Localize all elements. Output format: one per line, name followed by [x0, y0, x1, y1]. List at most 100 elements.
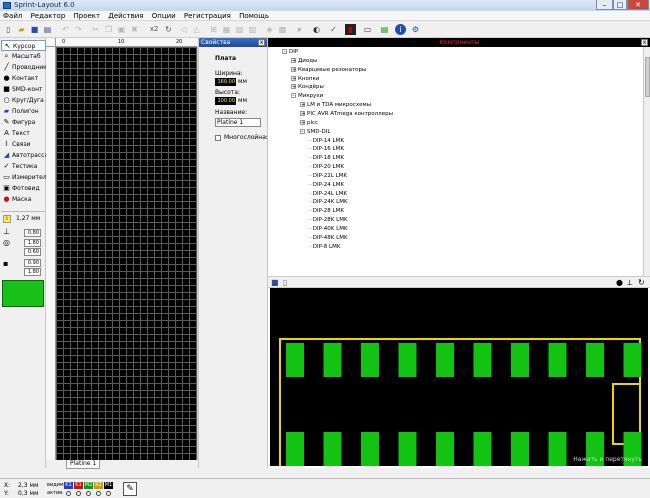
- tree-item[interactable]: –DIP-22L LMK: [309, 172, 347, 180]
- snap-icon[interactable]: ◈: [264, 24, 275, 35]
- pcb-canvas[interactable]: [56, 47, 197, 460]
- properties-close-button[interactable]: x: [258, 39, 265, 46]
- collapse-icon[interactable]: -: [300, 128, 305, 134]
- gerber-icon[interactable]: ✓: [328, 24, 339, 35]
- open-folder-icon[interactable]: ▰: [16, 24, 27, 35]
- tool-connection[interactable]: ⌇ Связи: [1, 139, 46, 150]
- active-layer-radio[interactable]: [96, 491, 101, 496]
- expand-icon[interactable]: +: [291, 66, 296, 72]
- tool-circle[interactable]: ○ Круг/Дуга: [1, 95, 46, 106]
- tool-test[interactable]: ✓ Тестика: [1, 161, 46, 172]
- pad-drill-input[interactable]: 0.60: [24, 248, 41, 256]
- expand-icon[interactable]: +: [291, 57, 296, 63]
- layer-settings-icon[interactable]: ✎: [123, 482, 137, 496]
- tool-zoom[interactable]: ⌕ Масштаб: [1, 51, 46, 62]
- tree-item[interactable]: + Диоды: [291, 57, 317, 65]
- mirror-v-icon[interactable]: △: [191, 24, 202, 35]
- tool-photoview[interactable]: ▣ Фотовид: [1, 183, 46, 194]
- minimize-button[interactable]: –: [596, 0, 613, 10]
- tree-item[interactable]: –DIP-18 LMK: [309, 154, 344, 162]
- info-icon[interactable]: i: [395, 24, 406, 35]
- tree-item[interactable]: –DIP-28 LMK: [309, 207, 344, 215]
- expand-icon[interactable]: +: [300, 110, 305, 116]
- menu-registration[interactable]: Регистрация: [181, 11, 234, 21]
- layer-toggle-icon[interactable]: ●: [616, 279, 623, 287]
- tree-item[interactable]: + plcc: [300, 119, 318, 127]
- tree-item[interactable]: –DIP-16 LMK: [309, 145, 344, 153]
- tool-pad[interactable]: ● Контакт: [1, 73, 46, 84]
- tree-item[interactable]: + LM и TDA микросхемы: [300, 101, 371, 109]
- menu-options[interactable]: Опции: [149, 11, 179, 21]
- tool-mask[interactable]: ● Маска: [1, 194, 46, 205]
- expand-icon[interactable]: +: [300, 119, 305, 125]
- drc-icon[interactable]: ◐: [311, 24, 322, 35]
- zoom-factor[interactable]: x2: [147, 24, 161, 35]
- ungroup-icon[interactable]: ▧: [234, 24, 245, 35]
- tool-smd-pad[interactable]: ■ SMD-конт: [1, 84, 46, 95]
- width-input[interactable]: 160.00: [215, 78, 236, 86]
- new-file-icon[interactable]: ▯: [3, 24, 14, 35]
- macro-icon[interactable]: ▤: [379, 24, 390, 35]
- rotate-icon[interactable]: ↻: [163, 24, 174, 35]
- layer-button[interactable]: M2: [84, 482, 93, 489]
- smd-height-input[interactable]: 1.80: [24, 268, 41, 276]
- tool-shape[interactable]: ✎ Фигура: [1, 117, 46, 128]
- tree-item[interactable]: + Кнопки: [291, 75, 319, 83]
- tree-item[interactable]: –DIP-14 LMK: [309, 137, 344, 145]
- lock-icon[interactable]: ▥: [247, 24, 258, 35]
- board-name-input[interactable]: Platine 1: [215, 118, 261, 127]
- expand-icon[interactable]: +: [291, 75, 296, 81]
- menu-project[interactable]: Проект: [71, 11, 104, 21]
- delete-component-icon[interactable]: ▯: [283, 279, 287, 287]
- grid-size[interactable]: 1,27 мм: [16, 215, 40, 222]
- tree-item[interactable]: –DIP-40K LMK: [309, 225, 348, 233]
- tool-text[interactable]: A Текст: [1, 128, 46, 139]
- tree-item[interactable]: - DIP: [282, 48, 298, 56]
- tree-item[interactable]: + Кондёры: [291, 83, 324, 91]
- mirror-component-icon[interactable]: ⟂: [627, 279, 632, 287]
- tab-platine-1[interactable]: Platine 1: [66, 460, 101, 469]
- undo-icon[interactable]: ↶: [60, 24, 71, 35]
- active-layer-radio[interactable]: [106, 491, 111, 496]
- smd-width-input[interactable]: 0.90: [24, 259, 41, 267]
- height-input[interactable]: 100.00: [215, 97, 236, 105]
- collapse-icon[interactable]: -: [291, 93, 296, 99]
- tree-item[interactable]: –DIP-24 LMK: [309, 181, 344, 189]
- tool-autoroute[interactable]: ◢ Автотрасса: [1, 150, 48, 161]
- save-component-icon[interactable]: ■: [271, 279, 279, 287]
- tree-scrollbar[interactable]: [643, 47, 650, 276]
- tree-item[interactable]: –DIP-20 LMK: [309, 163, 344, 171]
- mirror-h-icon[interactable]: ◁: [178, 24, 189, 35]
- settings-icon[interactable]: ⚙: [410, 24, 421, 35]
- drill-icon[interactable]: ▭: [362, 24, 373, 35]
- tool-track[interactable]: ╱ Проводник: [1, 62, 46, 73]
- components-close-button[interactable]: x: [641, 39, 648, 46]
- print-icon[interactable]: ▤: [42, 24, 53, 35]
- expand-icon[interactable]: +: [300, 102, 305, 108]
- layer-button[interactable]: M1: [104, 482, 113, 489]
- tool-cursor[interactable]: ↖ Курсор: [1, 40, 46, 51]
- find-icon[interactable]: ⌕: [294, 24, 305, 35]
- redo-icon[interactable]: ↷: [73, 24, 84, 35]
- menu-actions[interactable]: Действия: [105, 11, 146, 21]
- grid-icon[interactable]: ▩: [277, 24, 288, 35]
- cut-icon[interactable]: ✂: [90, 24, 101, 35]
- tree-scroll-thumb[interactable]: [645, 57, 650, 97]
- layer-button[interactable]: K2: [94, 482, 103, 489]
- active-layer-radio[interactable]: [86, 491, 91, 496]
- layer-button[interactable]: K1: [64, 482, 73, 489]
- grid-icon[interactable]: ⁞: [3, 215, 11, 223]
- active-layer-radio[interactable]: [66, 491, 71, 496]
- expand-icon[interactable]: +: [291, 84, 296, 90]
- rotate-component-icon[interactable]: ↻: [638, 279, 645, 287]
- tree-item[interactable]: –DIP-48K LMK: [309, 234, 348, 242]
- menu-edit[interactable]: Редактор: [28, 11, 69, 21]
- tree-item[interactable]: + Кварцевые резонаторы: [291, 66, 366, 74]
- tree-item[interactable]: + PIC AVR ATmega контроллеры: [300, 110, 393, 118]
- copy-icon[interactable]: ❐: [103, 24, 114, 35]
- track-width-input[interactable]: 0.80: [24, 229, 41, 237]
- tree-item[interactable]: –DIP-24K LMK: [309, 198, 348, 206]
- export-icon[interactable]: ▮: [345, 24, 356, 35]
- tree-item[interactable]: - SMD-DIL: [300, 128, 330, 136]
- delete-icon[interactable]: ✖: [129, 24, 140, 35]
